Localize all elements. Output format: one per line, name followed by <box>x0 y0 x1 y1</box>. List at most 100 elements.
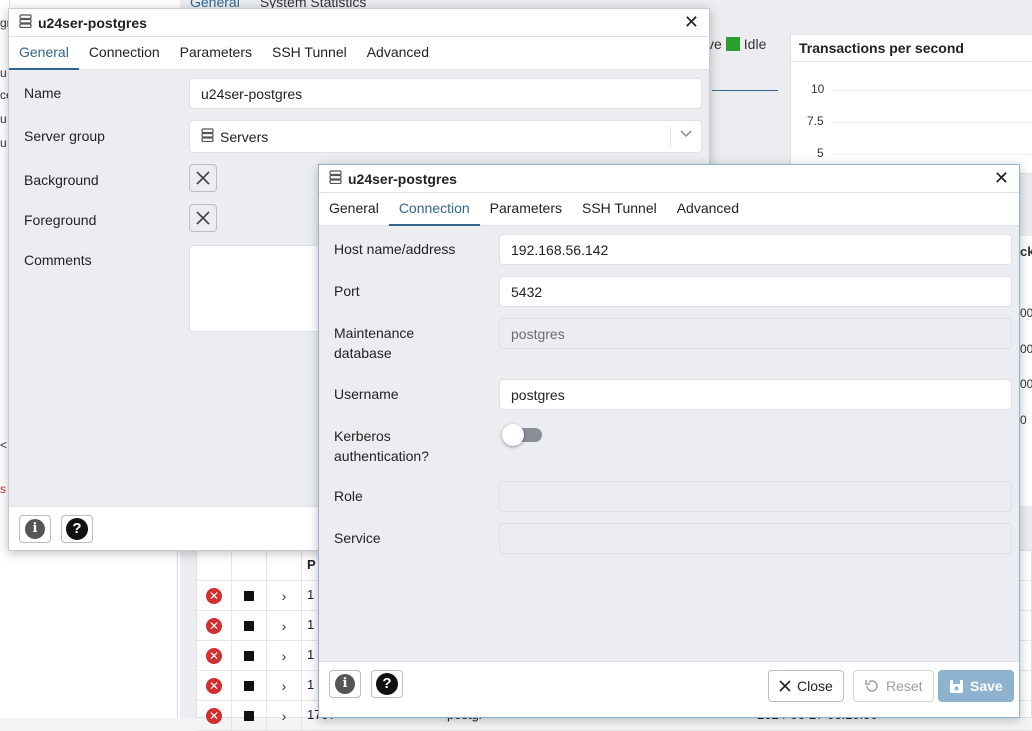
server-group-select[interactable]: Servers <box>189 120 702 153</box>
select-divider <box>670 127 671 146</box>
gridline <box>831 90 1032 91</box>
expand-row-icon[interactable]: › <box>282 708 287 724</box>
tree-fragment: u <box>0 136 7 150</box>
service-input[interactable] <box>499 523 1012 554</box>
help-button[interactable]: ? <box>371 670 403 698</box>
close-icon[interactable]: ✕ <box>684 12 699 33</box>
tab-parameters[interactable]: Parameters <box>480 193 572 226</box>
name-label: Name <box>24 85 62 101</box>
save-button[interactable]: Save <box>938 670 1014 702</box>
chart-fragment: 00 <box>1020 306 1032 320</box>
server-group-label: Server group <box>24 128 105 144</box>
kerberos-label-line2: authentication? <box>334 448 429 464</box>
terminate-session-icon[interactable]: ✕ <box>206 648 222 664</box>
maintenance-db-input[interactable]: postgres <box>499 318 1012 349</box>
dialog-footer: i ? Close Reset Save <box>319 661 1019 717</box>
chart-fragment: 0 <box>1020 413 1027 427</box>
save-button-label: Save <box>970 678 1003 694</box>
row-pid: 1 <box>307 647 315 662</box>
server-dialog-connection: u24ser-postgres ✕ General Connection Par… <box>318 164 1020 718</box>
chart-panel-edge: ck 00 00 00 0 <box>1019 236 1032 506</box>
help-button[interactable]: ? <box>61 515 93 543</box>
reset-icon <box>865 680 878 692</box>
reset-button-label: Reset <box>886 678 923 694</box>
terminate-session-icon[interactable]: ✕ <box>206 588 222 604</box>
reset-button[interactable]: Reset <box>853 670 934 702</box>
cancel-query-icon[interactable] <box>244 621 254 631</box>
help-icon: ? <box>66 518 88 540</box>
dialog-titlebar[interactable]: u24ser-postgres ✕ <box>319 165 1019 193</box>
tab-general[interactable]: General <box>319 193 389 226</box>
maintenance-db-label-line2: database <box>334 345 392 361</box>
name-input[interactable]: u24ser-postgres <box>189 78 702 109</box>
kerberos-toggle[interactable] <box>502 424 542 446</box>
host-input[interactable]: 192.168.56.142 <box>499 234 1012 265</box>
foreground-label: Foreground <box>24 212 97 228</box>
info-icon: i <box>25 519 45 539</box>
cancel-query-icon[interactable] <box>244 681 254 691</box>
row-pid: 1 <box>307 587 315 602</box>
tps-chart-title: Transactions per second <box>791 35 1032 62</box>
column-header-pid: P <box>307 557 316 572</box>
chevron-down-icon[interactable] <box>679 126 693 143</box>
tree-fragment: u <box>0 112 7 126</box>
chart-fragment: 00 <box>1020 342 1032 356</box>
expand-row-icon[interactable]: › <box>282 648 287 664</box>
row-pid: 1 <box>307 617 315 632</box>
legend-idle-swatch <box>725 37 740 51</box>
tree-fragment: < <box>0 438 8 452</box>
terminate-session-icon[interactable]: ✕ <box>206 618 222 634</box>
info-button[interactable]: i <box>329 670 361 698</box>
clear-icon <box>196 171 210 185</box>
gridline <box>831 154 1032 155</box>
expand-row-icon[interactable]: › <box>282 618 287 634</box>
browser-panel <box>0 550 178 718</box>
tab-advanced[interactable]: Advanced <box>357 37 439 70</box>
save-icon <box>950 679 963 693</box>
tps-tick: 10 <box>811 82 825 96</box>
foreground-color-picker[interactable] <box>189 204 217 232</box>
server-icon <box>19 14 32 31</box>
cancel-query-icon[interactable] <box>244 651 254 661</box>
server-group-icon <box>201 128 214 145</box>
close-button[interactable]: Close <box>768 670 844 702</box>
chart-line <box>712 90 778 91</box>
background-color-picker[interactable] <box>189 164 217 192</box>
gridline <box>831 122 1032 123</box>
dialog-tabs: General Connection Parameters SSH Tunnel… <box>9 37 709 70</box>
service-label: Service <box>334 530 381 546</box>
tree-fragment: u <box>0 66 7 80</box>
dialog-titlebar[interactable]: u24ser-postgres ✕ <box>9 9 709 37</box>
legend-idle-label: Idle <box>743 36 767 52</box>
expand-row-icon[interactable]: › <box>282 678 287 694</box>
cancel-query-icon[interactable] <box>244 591 254 601</box>
tab-advanced[interactable]: Advanced <box>667 193 749 226</box>
toggle-knob <box>502 424 524 446</box>
chart-fragment: ck <box>1020 244 1032 259</box>
dialog-title: u24ser-postgres <box>38 14 147 31</box>
expand-row-icon[interactable]: › <box>282 588 287 604</box>
cancel-query-icon[interactable] <box>244 711 254 721</box>
terminate-session-icon[interactable]: ✕ <box>206 678 222 694</box>
tab-ssh-tunnel[interactable]: SSH Tunnel <box>572 193 667 226</box>
background-label: Background <box>24 172 99 188</box>
port-label: Port <box>334 283 360 299</box>
close-icon <box>779 680 791 692</box>
chart-fragment: 00 <box>1020 377 1032 391</box>
tab-connection[interactable]: Connection <box>388 193 480 226</box>
comments-label: Comments <box>24 252 92 268</box>
port-input[interactable]: 5432 <box>499 276 1012 307</box>
tps-chart-panel: Transactions per second 10 7.5 5 <box>790 34 1032 174</box>
tab-connection[interactable]: Connection <box>79 37 170 70</box>
close-icon[interactable]: ✕ <box>994 168 1009 189</box>
role-input[interactable] <box>499 481 1012 512</box>
role-label: Role <box>334 488 363 504</box>
tab-general[interactable]: General <box>9 37 79 70</box>
tps-tick: 5 <box>817 146 824 160</box>
terminate-session-icon[interactable]: ✕ <box>206 708 222 724</box>
tab-ssh-tunnel[interactable]: SSH Tunnel <box>262 37 357 70</box>
tab-parameters[interactable]: Parameters <box>170 37 262 70</box>
info-button[interactable]: i <box>19 515 51 543</box>
username-input[interactable]: postgres <box>499 379 1012 410</box>
tps-tick: 7.5 <box>807 114 824 128</box>
